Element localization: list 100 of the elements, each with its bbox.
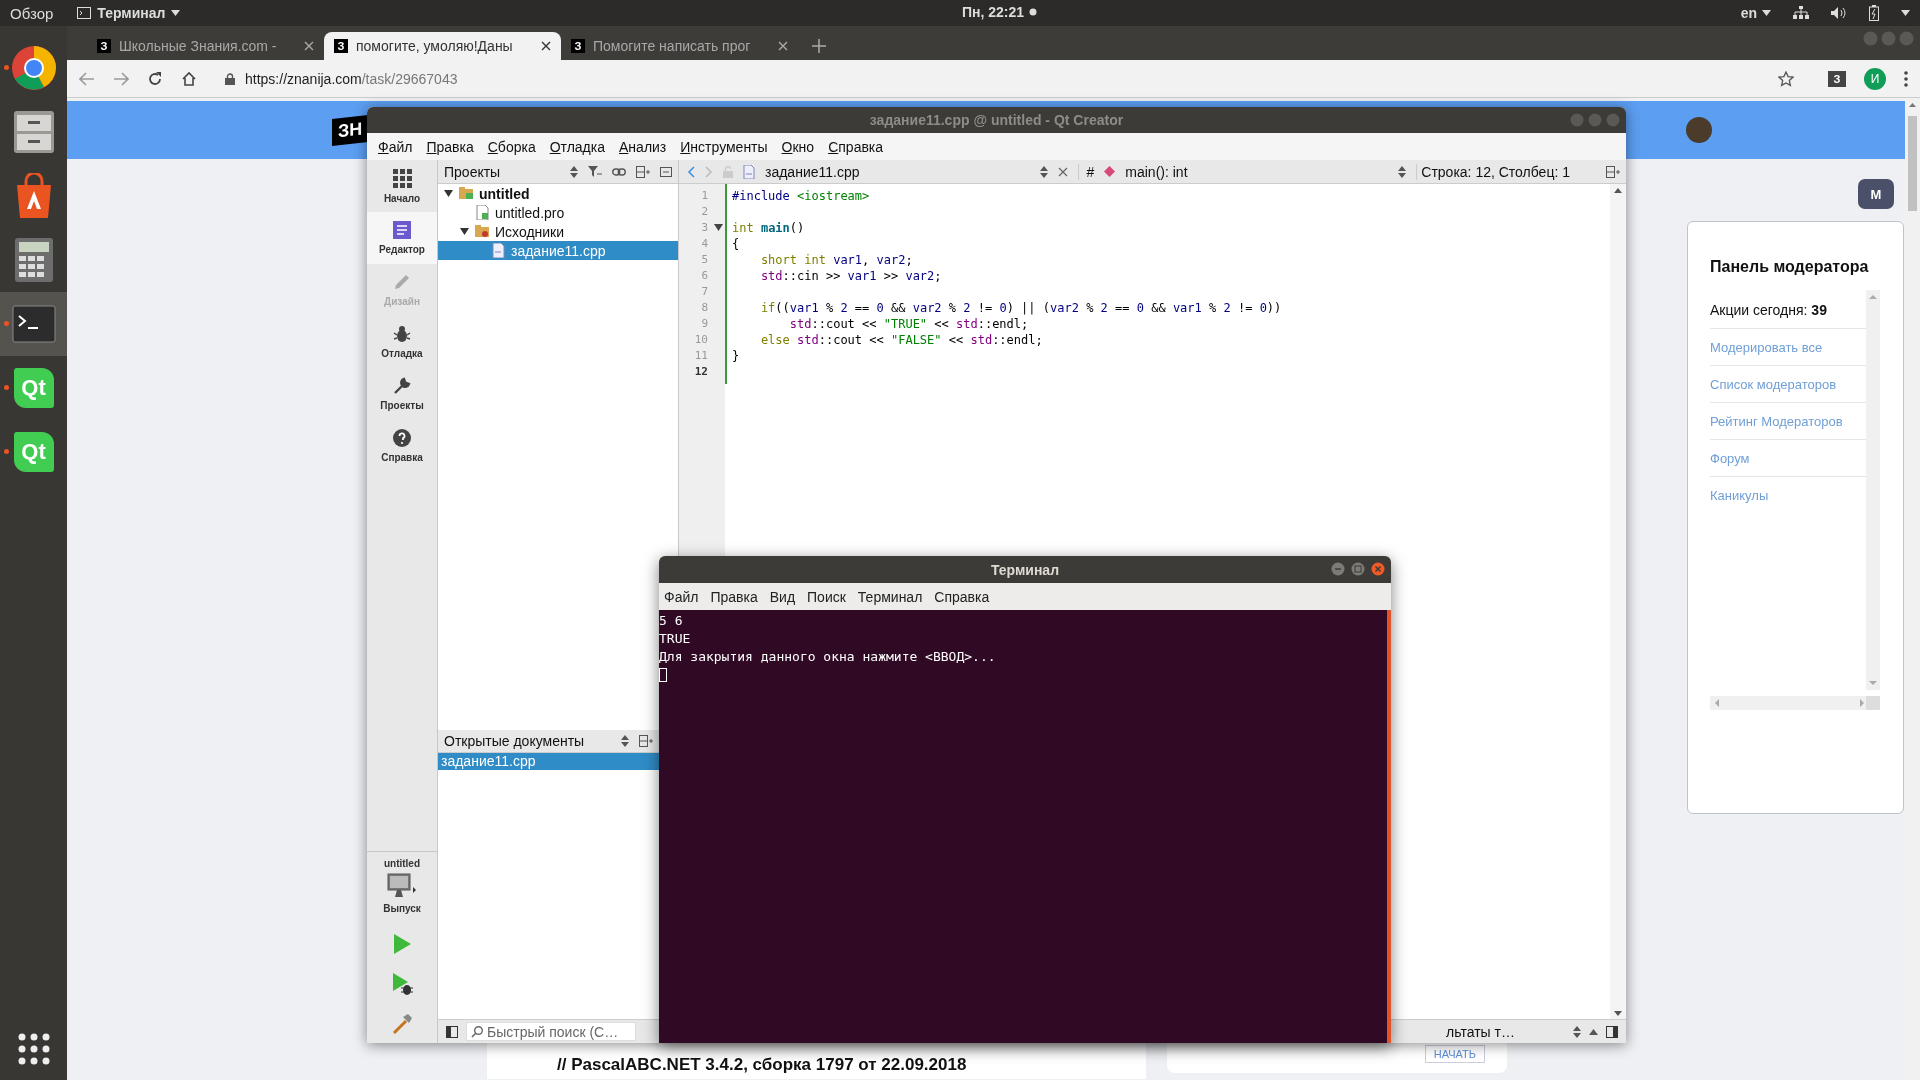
code-line: if((var1 % 2 == 0 && var2 % 2 != 0) || (var2 % 2 == 0 && var1 % 2 != 0)) — [759, 300, 1282, 316]
tree-item[interactable]: untitled — [438, 184, 678, 203]
close-icon[interactable] — [304, 41, 314, 51]
close-icon[interactable] — [778, 41, 788, 51]
calculator-icon[interactable] — [13, 237, 54, 283]
moderator-button[interactable]: M — [1858, 179, 1894, 209]
maximize-icon[interactable] — [1351, 562, 1365, 576]
minimize-icon[interactable] — [1331, 562, 1345, 576]
site-logo[interactable]: ЗН — [332, 114, 369, 146]
caret-icon[interactable] — [1901, 10, 1910, 16]
file-selector[interactable]: задание11.cpp — [765, 163, 860, 180]
preprocessor-button[interactable]: # — [1077, 163, 1095, 180]
vertical-scrollbar[interactable] — [1866, 290, 1880, 690]
split-icon[interactable] — [639, 735, 653, 747]
terminal-scrollbar[interactable] — [1387, 610, 1391, 1043]
mode-button[interactable]: Проекты — [367, 368, 437, 420]
code-line: std::cout << "TRUE" << std::endl; — [788, 316, 1029, 332]
clock[interactable]: Пн, 22:21 — [962, 4, 1038, 20]
split-icon[interactable] — [1606, 165, 1620, 178]
mode-button[interactable]: Редактор — [367, 212, 437, 264]
close-panel-icon[interactable] — [660, 166, 672, 177]
debug-run-icon[interactable] — [391, 972, 413, 996]
panel-selector[interactable]: Открытые документы — [444, 733, 611, 749]
open-document[interactable]: задание11.cpp — [438, 753, 659, 770]
network-icon[interactable] — [1793, 6, 1809, 20]
menu-item[interactable]: Файл — [378, 138, 413, 155]
panel-selector[interactable]: Проекты — [444, 163, 560, 180]
menu-item[interactable]: Вид — [769, 588, 796, 605]
app-menu[interactable]: Терминал — [77, 5, 181, 21]
updown-icon[interactable] — [621, 735, 629, 747]
volume-icon[interactable] — [1831, 6, 1847, 20]
updown-icon[interactable] — [1573, 1025, 1581, 1038]
hammer-icon[interactable] — [391, 1013, 413, 1035]
tree-item[interactable]: Исходники — [438, 222, 678, 241]
menu-item[interactable]: Инструменты — [680, 138, 768, 155]
file-cabinet-icon[interactable] — [12, 110, 55, 154]
tree-item[interactable]: задание11.cpp — [438, 241, 678, 260]
kit-selector[interactable]: untitled Выпуск — [367, 852, 437, 924]
language-menu[interactable]: en — [1740, 5, 1771, 21]
browser-tab[interactable]: З помогите, умоляю!Даны — [324, 32, 561, 60]
back-icon[interactable] — [687, 165, 695, 178]
menu-item[interactable]: Терминал — [857, 588, 923, 605]
browser-tab[interactable]: З Школьные Знания.com - — [87, 32, 324, 60]
search-field[interactable]: Быстрый поиск (C… — [466, 1022, 636, 1041]
filter-icon[interactable] — [588, 165, 602, 178]
menu-item[interactable]: Отладка — [549, 138, 605, 155]
running-indicator — [4, 321, 9, 326]
menu-item[interactable]: Правка — [426, 138, 474, 155]
extension-button[interactable]: З — [1828, 70, 1846, 87]
line-number: 11 — [693, 348, 709, 364]
panel-toggle-icon[interactable] — [1606, 1025, 1618, 1038]
window-title: Терминал — [990, 561, 1060, 578]
split-icon[interactable] — [636, 165, 650, 178]
activities-button[interactable]: Обзор — [10, 4, 54, 22]
expanded-arrow-icon[interactable] — [460, 227, 469, 236]
menu-item[interactable]: Сборка — [487, 138, 536, 155]
menu-item[interactable]: Окно — [781, 138, 815, 155]
code-line: else std::cout << "FALSE" << std::endl; — [759, 332, 1043, 348]
close-icon[interactable] — [541, 41, 551, 51]
menu-item[interactable]: Справка — [828, 138, 884, 155]
up-arrow-icon[interactable] — [1589, 1028, 1598, 1035]
star-icon[interactable] — [1778, 70, 1794, 87]
fold-arrow-icon[interactable] — [713, 224, 723, 232]
line-number: 4 — [700, 236, 709, 252]
chrome-icon[interactable] — [10, 45, 57, 91]
home-icon[interactable] — [181, 70, 197, 87]
menu-item[interactable]: Файл — [664, 588, 699, 605]
caret-icon — [171, 10, 181, 16]
address-field[interactable]: https://znanija.com/task/29667043 — [215, 64, 1760, 93]
expanded-arrow-icon[interactable] — [444, 189, 453, 198]
link-icon[interactable] — [612, 166, 626, 177]
menu-item[interactable]: Анализ — [619, 138, 667, 155]
updown-icon[interactable] — [1039, 165, 1048, 178]
menu-item[interactable]: Поиск — [807, 588, 846, 605]
updown-icon[interactable] — [1398, 165, 1407, 178]
site-favicon: З — [571, 39, 585, 53]
search-icon — [471, 1025, 483, 1038]
menu-icon[interactable] — [1904, 70, 1908, 87]
new-tab-icon[interactable] — [812, 39, 826, 53]
updown-icon[interactable] — [570, 165, 578, 178]
terminal-icon[interactable] — [11, 305, 56, 343]
vertical-scrollbar[interactable] — [1610, 184, 1626, 1020]
reload-icon[interactable] — [147, 70, 163, 87]
mode-button[interactable]: Отладка — [367, 316, 437, 368]
avatar[interactable] — [1686, 117, 1713, 143]
tree-item[interactable]: untitled.pro — [438, 203, 678, 222]
apps-grid-icon[interactable] — [16, 1032, 51, 1066]
code-line: short int var1, var2; — [759, 252, 913, 268]
mode-button[interactable]: Начало — [367, 160, 437, 212]
battery-icon[interactable] — [1869, 5, 1879, 21]
symbol-selector[interactable]: main(): int — [1125, 163, 1389, 180]
menu-item[interactable]: Правка — [710, 588, 758, 605]
sidebar-toggle-icon[interactable] — [446, 1025, 458, 1038]
horizontal-scrollbar[interactable] — [1710, 696, 1880, 710]
mode-button[interactable]: Справка — [367, 420, 437, 472]
menu-item[interactable]: Справка — [934, 588, 990, 605]
output-pane-selector[interactable]: льтаты т… — [1446, 1023, 1515, 1040]
profile-button[interactable]: И — [1864, 67, 1886, 90]
code-line: #include <iostream> — [732, 188, 870, 204]
browser-tab[interactable]: З Помогите написать прог — [561, 32, 798, 60]
